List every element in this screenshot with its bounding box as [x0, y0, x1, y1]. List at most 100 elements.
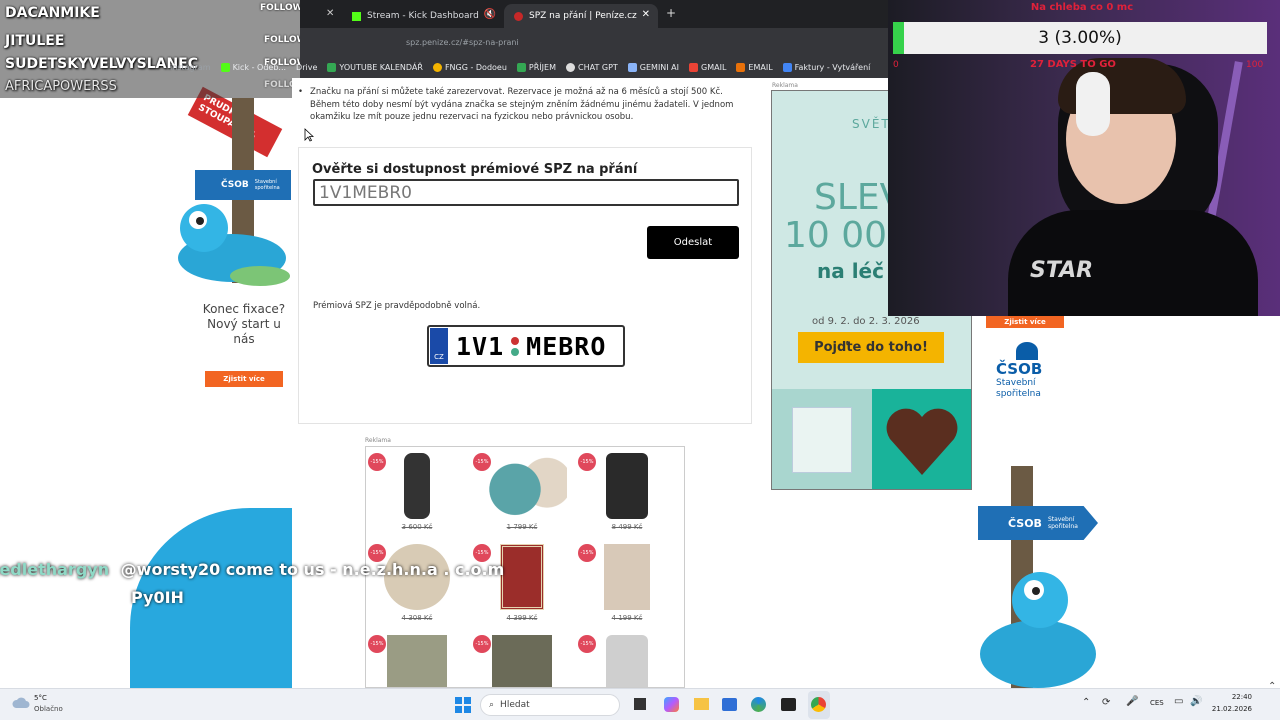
goal-value: 3 (3.00%)	[1038, 28, 1122, 48]
outlook-icon[interactable]	[722, 698, 737, 711]
bookmark-item[interactable]: GMAIL	[689, 62, 726, 72]
product-item[interactable]: -15% 8 499 Kč	[578, 453, 662, 531]
submit-button[interactable]: Odeslat	[647, 226, 739, 259]
mute-icon[interactable]: 🔇	[484, 9, 496, 20]
product-item[interactable]: -15%	[578, 635, 662, 687]
product-image	[500, 544, 544, 610]
address-bar-row: spz.penize.cz/#spz-na-prani	[300, 28, 888, 56]
close-tab-icon[interactable]: ✕	[642, 9, 650, 20]
overlay-name-2: JITULEE	[5, 33, 65, 49]
product-item[interactable]: -15% 3 600 Kč	[368, 453, 452, 531]
bookmark-item[interactable]: Faktury - Vytváření	[782, 62, 870, 72]
right-ad-sub: na léč	[817, 259, 884, 283]
product-item[interactable]: -15% 4 199 Kč	[578, 544, 662, 622]
license-plate: CZ 1V1 MEBRO	[427, 325, 625, 367]
tab-spz-na-prani[interactable]: SPZ na přání | Peníze.cz ✕	[504, 4, 658, 28]
copilot-icon[interactable]	[664, 697, 679, 712]
bookmark-item[interactable]: YOUTUBE KALENDÁŘ	[327, 62, 423, 72]
right-ad2-cta[interactable]: Zjistit více	[986, 316, 1064, 328]
mouse-cursor-icon	[304, 128, 314, 142]
terminal-icon[interactable]	[781, 698, 796, 711]
right-ad-cta[interactable]: Pojďte do toho!	[798, 332, 944, 363]
right-ad-sign: ČSOB Stavební spořitelna	[978, 506, 1098, 540]
notification-icon[interactable]: ⌃	[1268, 681, 1276, 692]
product-image	[604, 544, 650, 610]
product-price: 4 399 Kč	[506, 614, 538, 622]
file-explorer-icon[interactable]	[694, 698, 709, 710]
address-bar[interactable]: spz.penize.cz/#spz-na-prani	[386, 34, 866, 52]
chat-message-line2: Py0IH	[131, 588, 184, 607]
eu-band: CZ	[430, 328, 448, 364]
product-price: 1 799 Kč	[506, 523, 538, 531]
plate-stickers	[508, 336, 522, 356]
bookmark-item[interactable]: GEMINI AI	[627, 62, 679, 72]
tab-kick-dashboard[interactable]: Stream - Kick Dashboard 🔇 ✕	[342, 4, 518, 28]
follow-label-1: FOLLOW	[260, 3, 303, 13]
bookmark-item[interactable]: CHAT GPT	[565, 62, 618, 72]
product-item[interactable]: -15% 4 308 Kč	[368, 544, 452, 622]
product-item[interactable]: -15%	[473, 635, 557, 687]
product-image	[606, 453, 648, 519]
kick-icon	[352, 11, 361, 21]
chat-line: gedlethargyn @worsty20 come to us - n.e.…	[0, 560, 504, 579]
discount-badge: -15%	[368, 453, 386, 471]
taskbar-search[interactable]: ⌕ Hledat	[480, 694, 620, 716]
right-ad-chocolate-image	[872, 389, 971, 489]
chat-username: gedlethargyn	[0, 560, 110, 579]
edge-icon[interactable]	[751, 697, 766, 712]
bookmark-item[interactable]: instagram	[170, 63, 211, 72]
form-title: Ověřte si dostupnost prémiové SPZ na přá…	[312, 162, 638, 177]
left-ad-headline: Konec fixace? Nový start u nás	[202, 302, 286, 346]
microphone-icon[interactable]: 🎤	[1126, 696, 1138, 707]
overlay-name-1: DACANMIKE	[5, 5, 100, 21]
clock-time[interactable]: 22:40	[1212, 693, 1252, 701]
product-price: 4 199 Kč	[611, 614, 643, 622]
right-ad-dates: od 9. 2. do 2. 3. 2026	[812, 316, 920, 327]
plate-left-text: 1V1	[456, 331, 505, 361]
chameleon-mascot	[178, 204, 290, 286]
bookmark-item[interactable]: FNGG - Dodoeu	[432, 62, 507, 72]
sync-icon[interactable]: ⟳	[1102, 697, 1110, 708]
bookmarks-bar: instagram Kick - Odeb... Drive YOUTUBE K…	[170, 56, 888, 78]
windows-start-icon[interactable]	[455, 697, 471, 713]
plate-input[interactable]	[313, 179, 739, 206]
left-ad-cta[interactable]: Zjistit více	[205, 371, 283, 387]
network-icon[interactable]: ▭	[1174, 696, 1183, 707]
product-item[interactable]: -15%	[368, 635, 452, 687]
new-tab-icon[interactable]: +	[666, 6, 676, 20]
product-item[interactable]: -15% 4 399 Kč	[473, 544, 557, 622]
task-view-icon[interactable]	[634, 698, 646, 710]
tab-bar: ✕ Stream - Kick Dashboard 🔇 ✕ SPZ na přá…	[300, 0, 888, 28]
chrome-icon[interactable]	[811, 697, 826, 712]
bookmark-item[interactable]: Kick - Odeb...	[220, 62, 286, 72]
product-image	[492, 635, 552, 687]
weather-temp: 5°C	[34, 694, 47, 702]
penize-icon	[514, 11, 523, 21]
discount-badge: -15%	[578, 544, 596, 562]
weather-text: Oblačno	[34, 705, 63, 713]
right-ad-card-image	[772, 389, 872, 489]
bullet-icon: •	[298, 87, 304, 97]
discount-badge: -15%	[368, 635, 386, 653]
product-image	[606, 635, 648, 687]
right-csob-logo: ČSOB Stavební spořitelna	[996, 342, 1056, 400]
language-indicator[interactable]: CES	[1150, 699, 1164, 707]
chameleon-mascot	[980, 572, 1096, 688]
cloud-icon	[12, 697, 30, 708]
product-image	[387, 635, 447, 687]
close-icon[interactable]: ✕	[326, 8, 334, 19]
bookmark-item[interactable]: EMAIL	[736, 62, 773, 72]
plate-check-form: Ověřte si dostupnost prémiové SPZ na přá…	[298, 147, 752, 424]
bookmark-item[interactable]: PŘÍJEM	[516, 62, 556, 72]
chevron-up-icon[interactable]: ⌃	[1082, 697, 1090, 708]
product-price: 4 308 Kč	[401, 614, 433, 622]
bookmark-item[interactable]: Drive	[296, 63, 317, 72]
taskbar: 5°C Oblačno ⌕ Hledat ⌃ ⟳ 🎤 CES ▭ 🔊 22:40…	[0, 681, 1280, 720]
goal-days: 27 DAYS TO GO	[1030, 59, 1116, 70]
volume-icon[interactable]: 🔊	[1190, 696, 1202, 707]
clock-date[interactable]: 21.02.2026	[1202, 705, 1252, 713]
right-csob-ad[interactable]: Zjistit více ČSOB Stavební spořitelna ČS…	[978, 316, 1280, 688]
discount-badge: -15%	[578, 453, 596, 471]
shirt-logo: STAR	[1030, 258, 1094, 283]
product-item[interactable]: -15% 1 799 Kč	[473, 453, 567, 531]
